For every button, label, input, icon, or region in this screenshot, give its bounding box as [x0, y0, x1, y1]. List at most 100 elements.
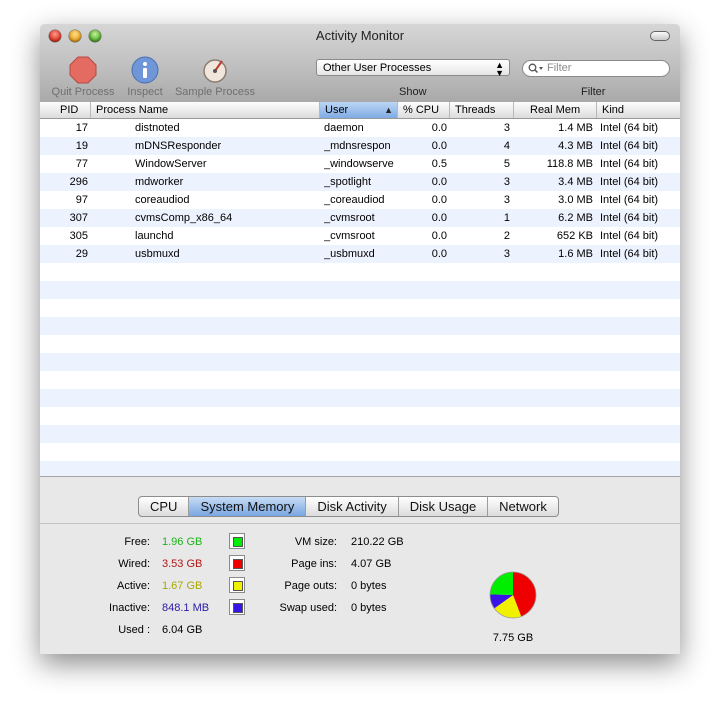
used-value: 6.04 GB: [162, 624, 203, 636]
cpu-cell: 0.0: [431, 140, 447, 152]
inactive-label: Inactive:: [109, 602, 150, 614]
sample-process-label: Sample Process: [174, 86, 256, 98]
pid-cell: 97: [75, 194, 88, 206]
free-color-well[interactable]: [229, 533, 245, 549]
process-name-cell: mdworker: [135, 176, 184, 188]
page-ins-value: 4.07 GB: [351, 558, 392, 570]
free-value: 1.96 GB: [162, 536, 203, 548]
threads-cell: 3: [503, 194, 510, 206]
process-name-cell: cvmsComp_x86_64: [135, 212, 233, 224]
inactive-swatch: [233, 603, 243, 613]
filter-search-input[interactable]: Filter: [522, 60, 670, 77]
user-cell: _cvmsroot: [324, 230, 375, 242]
user-cell: _coreaudiod: [324, 194, 385, 206]
page-ins-label: Page ins:: [291, 558, 337, 570]
pid-cell: 17: [75, 122, 88, 134]
real-mem-cell: 1.6 MB: [558, 248, 593, 260]
free-swatch: [233, 537, 243, 547]
quit-process-button[interactable]: Quit Process: [48, 56, 118, 98]
total-memory-value: 7.75 GB: [492, 632, 534, 644]
tab-cpu[interactable]: CPU: [139, 497, 190, 516]
active-value: 1.67 GB: [162, 580, 203, 592]
process-name-cell: launchd: [135, 230, 174, 242]
page-outs-value: 0 bytes: [351, 580, 387, 592]
kind-cell: Intel (64 bit): [600, 194, 659, 206]
process-name-cell: distnoted: [135, 122, 180, 134]
real-mem-cell: 652 KB: [556, 230, 593, 242]
used-label: Used :: [118, 624, 150, 636]
threads-cell: 3: [503, 248, 510, 260]
process-name-cell: WindowServer: [135, 158, 207, 170]
pid-cell: 29: [75, 248, 88, 260]
tab-network[interactable]: Network: [488, 497, 558, 516]
table-row[interactable]: 97 coreaudiod _coreaudiod 0.0 3 3.0 MB I…: [40, 191, 680, 209]
pid-cell: 77: [75, 158, 88, 170]
cpu-cell: 0.0: [431, 194, 447, 206]
wired-label: Wired:: [118, 558, 150, 570]
user-cell: _spotlight: [324, 176, 372, 188]
swap-used-value: 0 bytes: [351, 602, 387, 614]
tab-disk-activity[interactable]: Disk Activity: [306, 497, 399, 516]
pid-cell: 19: [75, 140, 88, 152]
pid-cell: 296: [69, 176, 88, 188]
column-header-user-label: User: [325, 104, 349, 116]
real-mem-cell: 1.4 MB: [558, 122, 593, 134]
process-list[interactable]: 17 distnoted daemon 0.0 3 1.4 MB Intel (…: [40, 119, 680, 476]
threads-cell: 3: [503, 176, 510, 188]
empty-row: [40, 425, 680, 443]
column-header-user[interactable]: User ▲: [320, 102, 398, 118]
process-name-cell: coreaudiod: [135, 194, 190, 206]
user-cell: _usbmuxd: [324, 248, 375, 260]
table-row[interactable]: 17 distnoted daemon 0.0 3 1.4 MB Intel (…: [40, 119, 680, 137]
real-mem-cell: 118.8 MB: [546, 158, 593, 170]
empty-row: [40, 281, 680, 299]
inactive-color-well[interactable]: [229, 599, 245, 615]
sample-gauge-icon: [203, 59, 227, 83]
pid-cell: 307: [69, 212, 88, 224]
cpu-cell: 0.0: [431, 176, 447, 188]
kind-cell: Intel (64 bit): [600, 230, 659, 242]
real-mem-cell: 6.2 MB: [558, 212, 593, 224]
column-header-cpu[interactable]: % CPU: [398, 102, 450, 118]
sort-ascending-icon: ▲: [384, 105, 393, 115]
table-row[interactable]: 29 usbmuxd _usbmuxd 0.0 3 1.6 MB Intel (…: [40, 245, 680, 263]
free-label: Free:: [124, 536, 150, 548]
sample-process-button[interactable]: Sample Process: [172, 56, 258, 98]
cpu-cell: 0.0: [431, 212, 447, 224]
inspect-label: Inspect: [127, 86, 163, 98]
column-header-process-name[interactable]: Process Name: [91, 102, 320, 118]
vm-size-value: 210.22 GB: [351, 536, 404, 548]
process-name-cell: mDNSResponder: [135, 140, 222, 152]
active-color-well[interactable]: [229, 577, 245, 593]
real-mem-cell: 3.4 MB: [558, 176, 593, 188]
user-cell: _cvmsroot: [324, 212, 375, 224]
toolbar-toggle-button[interactable]: [650, 31, 670, 41]
table-row[interactable]: 305 launchd _cvmsroot 0.0 2 652 KB Intel…: [40, 227, 680, 245]
real-mem-cell: 4.3 MB: [558, 140, 593, 152]
wired-swatch: [233, 559, 243, 569]
memory-pie-chart: [489, 571, 537, 619]
threads-cell: 3: [503, 122, 510, 134]
table-row[interactable]: 77 WindowServer _windowserve 0.5 5 118.8…: [40, 155, 680, 173]
user-cell: _windowserve: [324, 158, 394, 170]
table-row[interactable]: 296 mdworker _spotlight 0.0 3 3.4 MB Int…: [40, 173, 680, 191]
show-label: Show: [399, 86, 427, 98]
cpu-cell: 0.0: [431, 230, 447, 242]
column-header-real-mem[interactable]: Real Mem: [514, 102, 597, 118]
inactive-value: 848.1 MB: [162, 602, 210, 614]
info-tabs: CPU System Memory Disk Activity Disk Usa…: [138, 496, 559, 517]
wired-color-well[interactable]: [229, 555, 245, 571]
column-header-kind[interactable]: Kind: [597, 102, 680, 118]
empty-row: [40, 317, 680, 335]
inspect-button[interactable]: Inspect: [124, 56, 166, 98]
column-header-pid[interactable]: PID: [40, 102, 91, 118]
table-row[interactable]: 307 cvmsComp_x86_64 _cvmsroot 0.0 1 6.2 …: [40, 209, 680, 227]
page-outs-label: Page outs:: [284, 580, 337, 592]
threads-cell: 5: [503, 158, 510, 170]
show-processes-select[interactable]: Other User Processes ▲ ▼: [316, 59, 510, 78]
swap-used-label: Swap used:: [279, 602, 337, 614]
table-row[interactable]: 19 mDNSResponder _mdnsrespon 0.0 4 4.3 M…: [40, 137, 680, 155]
tab-disk-usage[interactable]: Disk Usage: [399, 497, 489, 516]
tab-system-memory[interactable]: System Memory: [189, 497, 307, 516]
column-header-threads[interactable]: Threads: [450, 102, 514, 118]
